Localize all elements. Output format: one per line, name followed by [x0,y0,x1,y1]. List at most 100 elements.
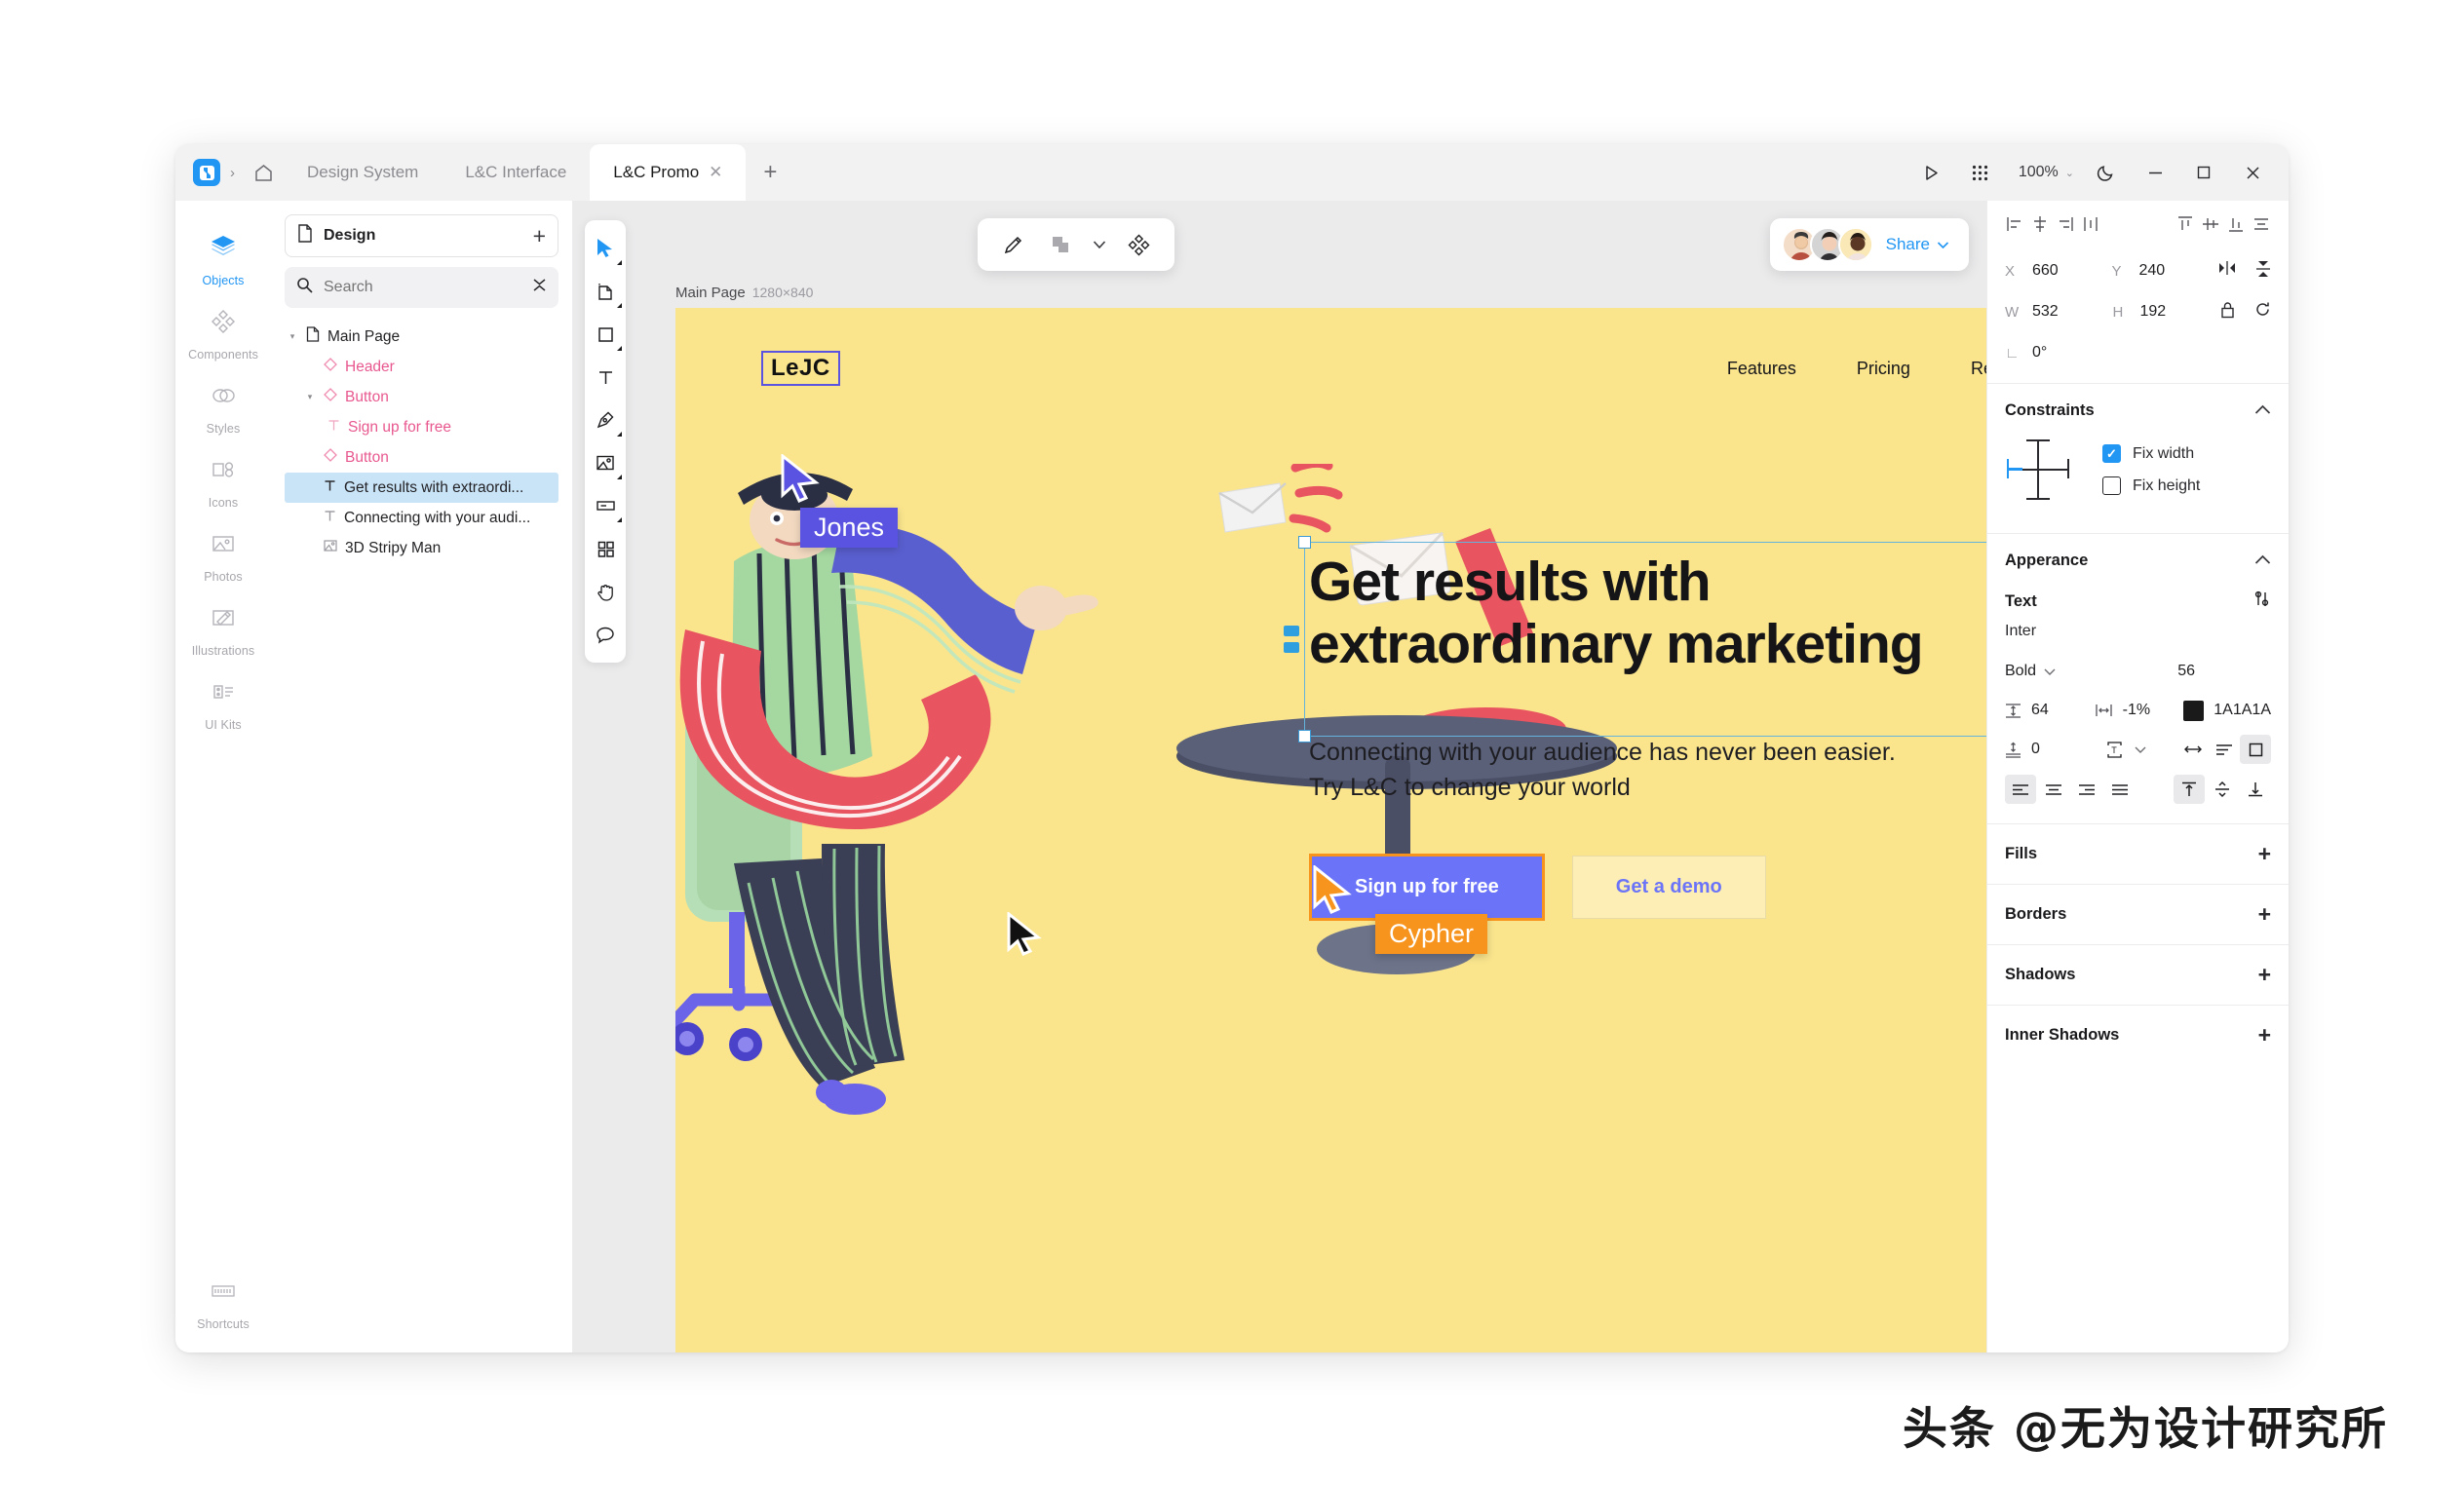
borders-section-header[interactable]: Borders + [1987,884,2289,944]
align-bottom-icon[interactable] [2240,775,2271,804]
flip-horizontal-icon[interactable] [2218,260,2236,283]
hand-tool[interactable] [586,571,625,612]
distribute-vertical-icon[interactable] [2252,214,2271,239]
image-tool[interactable] [586,442,625,483]
checkbox-box[interactable] [2102,444,2121,463]
tool-flyout-indicator[interactable] [617,303,622,308]
y-field[interactable]: Y 240 [2112,262,2219,280]
fixed-size-icon[interactable] [2240,735,2271,764]
sidebar-item-components[interactable]: Components [176,296,270,370]
comment-tool[interactable] [586,614,625,655]
frame-name[interactable]: Main Page [675,285,746,301]
moon-icon[interactable] [2084,150,2129,195]
select-tool[interactable] [586,228,625,269]
chevron-up-icon[interactable] [2254,401,2271,420]
sidebar-item-illustrations[interactable]: Illustrations [176,592,270,666]
close-window-button[interactable] [2230,150,2275,195]
selection-bounds[interactable] [1284,536,1986,742]
tree-row-3d-stripy-man[interactable]: ▾ 3D Stripy Man [285,533,558,563]
components-diamond-icon[interactable] [1118,224,1159,265]
zoom-control[interactable]: 100% ⌄ [2007,164,2080,181]
add-page-button[interactable]: + [533,224,546,248]
font-weight-dropdown[interactable]: Bold [2005,663,2056,680]
align-top-icon[interactable] [2175,214,2195,239]
rotation-value[interactable]: 0° [2032,344,2047,362]
add-shadow-button[interactable]: + [2258,964,2271,986]
sidebar-item-icons[interactable]: Icons [176,444,270,518]
pencil-icon[interactable] [993,224,1034,265]
nav-link-features[interactable]: Features [1727,359,1796,379]
collapse-all-icon[interactable] [532,278,547,297]
auto-height-icon[interactable] [2209,735,2240,764]
design-subcopy[interactable]: Connecting with your audience has never … [1309,735,1913,806]
resize-handle-bottom-left[interactable] [1298,730,1311,742]
text-settings-icon[interactable] [2252,590,2271,613]
canvas-area[interactable]: Main Page 1280×840 LeJC Features Pricing… [573,201,1986,1352]
appearance-section-header[interactable]: Apperance [1987,534,2289,580]
text-case-icon[interactable]: T [2098,735,2130,764]
checkbox-box[interactable] [2102,476,2121,495]
maximize-button[interactable] [2181,150,2226,195]
align-top-icon[interactable] [2174,775,2205,804]
font-size-value[interactable]: 56 [2177,663,2195,680]
sidebar-item-shortcuts[interactable]: Shortcuts [176,1266,270,1352]
auto-width-icon[interactable] [2177,735,2209,764]
fills-section-header[interactable]: Fills + [1987,823,2289,884]
inner-shadows-section-header[interactable]: Inner Shadows + [1987,1005,2289,1065]
design-frame[interactable]: LeJC Features Pricing Resources Get resu… [675,308,1986,1352]
tree-row-button-1[interactable]: ▾ Button [285,382,558,412]
new-tab-button[interactable]: + [746,144,794,201]
add-inner-shadow-button[interactable]: + [2258,1024,2271,1047]
x-value[interactable]: 660 [2032,262,2059,280]
tab-lc-promo[interactable]: L&C Promo ✕ [590,144,747,201]
align-center-horizontal-icon[interactable] [2030,214,2050,239]
share-button[interactable]: Share [1886,235,1949,254]
tree-row-header[interactable]: ▾ Header [285,352,558,382]
constraints-section-header[interactable]: Constraints [1987,384,2289,430]
align-bottom-icon[interactable] [2226,214,2246,239]
app-logo-icon[interactable] [193,159,220,186]
boolean-union-icon[interactable] [1040,224,1081,265]
y-value[interactable]: 240 [2139,262,2166,280]
design-logo[interactable]: LeJC [761,351,840,386]
minimize-button[interactable] [2133,150,2177,195]
search-input[interactable] [324,279,470,296]
artboard-tool[interactable] [586,271,625,312]
fix-width-checkbox[interactable]: Fix width [2102,444,2200,463]
add-border-button[interactable]: + [2258,903,2271,926]
tree-row-sign-up-for-free[interactable]: Sign up for free [285,412,558,442]
paragraph-spacing-field[interactable]: 0 [2005,741,2098,758]
resize-handle-top-left[interactable] [1298,536,1311,549]
close-tab-icon[interactable]: ✕ [709,163,722,182]
align-middle-icon[interactable] [2207,775,2238,804]
align-right-icon[interactable] [2056,214,2075,239]
width-field[interactable]: W 532 [2005,303,2113,321]
text-case-chevron-icon[interactable] [2130,735,2151,764]
width-value[interactable]: 532 [2032,303,2059,321]
tree-row-main-page[interactable]: ▾ Main Page [285,322,558,352]
reset-rotation-icon[interactable] [2254,301,2271,324]
tool-flyout-indicator[interactable] [617,475,622,479]
components-tool[interactable] [586,528,625,569]
sidebar-item-objects[interactable]: Objects [176,222,270,296]
tool-flyout-indicator[interactable] [617,432,622,437]
boolean-chevron-down-icon[interactable] [1087,224,1112,265]
line-height-field[interactable]: 64 [2005,702,2095,719]
tree-row-get-results[interactable]: ▾ Get results with extraordi... [285,473,558,503]
input-field-tool[interactable] [586,485,625,526]
play-icon[interactable] [1909,150,1954,195]
tool-flyout-indicator[interactable] [617,260,622,265]
disclosure-caret[interactable]: ▾ [287,331,298,342]
tree-row-connecting-with[interactable]: ▾ Connecting with your audi... [285,503,558,533]
text-color-field[interactable]: 1A1A1A [2183,700,2271,721]
text-tool[interactable] [586,357,625,398]
tool-flyout-indicator[interactable] [617,346,622,351]
chevron-up-icon[interactable] [2254,552,2271,570]
rectangle-tool[interactable] [586,314,625,355]
pen-tool[interactable] [586,400,625,440]
disclosure-caret[interactable]: ▾ [304,392,316,402]
nav-link-resources[interactable]: Resources [1971,359,1986,379]
tool-flyout-indicator[interactable] [617,517,622,522]
constraint-cross-control[interactable] [2005,434,2077,506]
tab-lc-interface[interactable]: L&C Interface [442,144,590,201]
